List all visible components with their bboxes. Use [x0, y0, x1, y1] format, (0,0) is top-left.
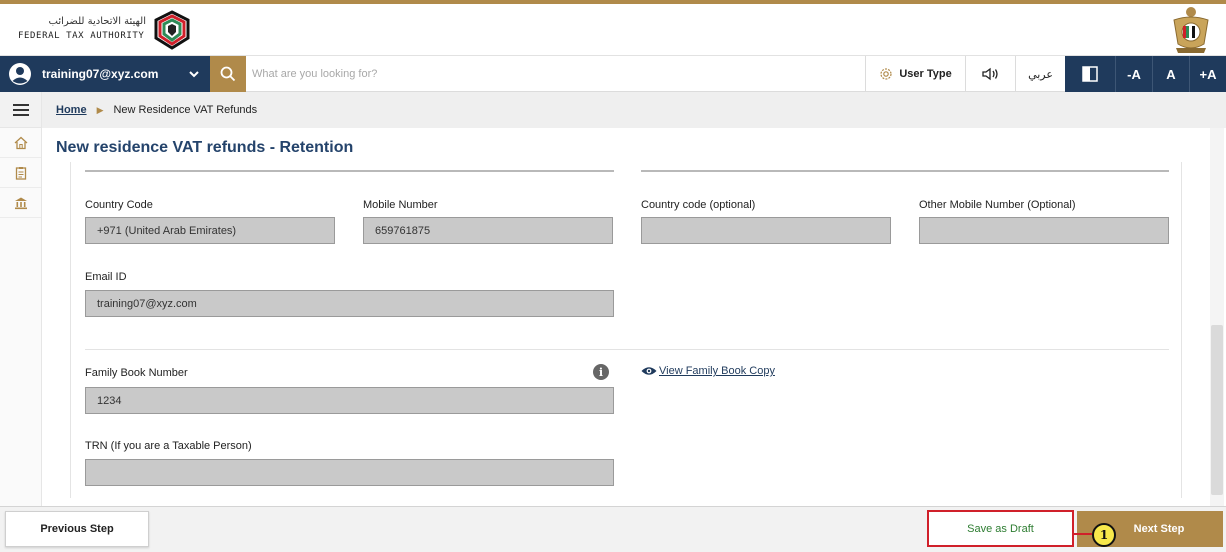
user-avatar-icon [9, 63, 31, 85]
search-button[interactable] [210, 56, 246, 92]
country-code-optional-label: Country code (optional) [641, 199, 756, 211]
search-input[interactable] [252, 62, 852, 86]
family-book-field[interactable] [85, 387, 614, 414]
font-decrease-button[interactable]: -A [1115, 56, 1152, 92]
email-label: Email ID [85, 271, 127, 283]
breadcrumb-separator-icon: ▶ [96, 104, 104, 115]
hamburger-menu-button[interactable] [0, 92, 41, 128]
country-code-optional-field[interactable] [641, 217, 891, 244]
font-normal-button[interactable]: A [1152, 56, 1189, 92]
language-toggle-arabic[interactable]: عربي [1015, 56, 1065, 92]
speaker-icon [981, 67, 998, 81]
previous-step-button[interactable]: Previous Step [5, 511, 149, 547]
sidebar-item-home[interactable] [0, 128, 41, 158]
read-aloud-button[interactable] [965, 56, 1015, 92]
view-family-book-link[interactable]: View Family Book Copy [641, 365, 775, 377]
fta-logo-text[interactable]: الهيئة الاتحادية للضرائب FEDERAL TAX AUT… [18, 16, 146, 42]
user-type-label: User Type [899, 68, 952, 80]
eye-icon [641, 367, 657, 375]
logo-english-text: FEDERAL TAX AUTHORITY [18, 31, 145, 41]
mobile-number-field[interactable] [363, 217, 613, 244]
logo-arabic-text: الهيئة الاتحادية للضرائب [48, 16, 146, 27]
breadcrumb-home-link[interactable]: Home [56, 104, 87, 116]
other-mobile-field[interactable] [919, 217, 1169, 244]
footer-actions: Previous Step Save as Draft Next Step 1 [0, 506, 1226, 552]
country-code-label: Country Code [85, 199, 153, 211]
chevron-down-icon [189, 71, 199, 78]
view-family-book-label: View Family Book Copy [659, 365, 775, 377]
site-header: الهيئة الاتحادية للضرائب FEDERAL TAX AUT… [0, 4, 1226, 56]
breadcrumb-current: New Residence VAT Refunds [113, 104, 258, 116]
trn-label: TRN (If you are a Taxable Person) [85, 440, 252, 452]
top-toolbar: training07@xyz.com User Type عربي -A A [0, 56, 1226, 92]
save-as-draft-button[interactable]: Save as Draft [927, 510, 1074, 547]
sidebar-item-bank[interactable] [0, 188, 41, 218]
uae-emblem-icon [1173, 7, 1209, 53]
scrollbar-thumb[interactable] [1211, 325, 1223, 495]
family-book-label: Family Book Number [85, 367, 188, 379]
callout-badge: 1 [1092, 523, 1116, 547]
contrast-toggle-button[interactable] [1065, 56, 1115, 92]
country-code-field[interactable] [85, 217, 335, 244]
field-bottom-edge [641, 170, 1169, 172]
home-icon [14, 136, 27, 149]
fta-logo-icon[interactable] [150, 8, 194, 52]
callout-connector [1074, 533, 1092, 535]
left-sidebar [0, 92, 42, 506]
bank-icon [14, 197, 27, 209]
hamburger-icon [12, 103, 29, 116]
trn-field[interactable] [85, 459, 614, 486]
info-icon[interactable]: i [593, 364, 609, 380]
other-mobile-label: Other Mobile Number (Optional) [919, 199, 1076, 211]
section-divider [85, 349, 1169, 350]
user-type-button[interactable]: User Type [865, 56, 965, 92]
gear-icon [880, 68, 892, 80]
font-increase-button[interactable]: +A [1189, 56, 1226, 92]
breadcrumb: Home ▶ New Residence VAT Refunds [42, 92, 1226, 128]
page-title: New residence VAT refunds - Retention [56, 139, 354, 156]
mobile-number-label: Mobile Number [363, 199, 438, 211]
email-field[interactable] [85, 290, 614, 317]
clipboard-icon [15, 166, 26, 180]
user-email: training07@xyz.com [42, 67, 159, 81]
sidebar-item-clipboard[interactable] [0, 158, 41, 188]
field-bottom-edge [85, 170, 614, 172]
form-panel: Country Code Mobile Number Country code … [70, 162, 1182, 498]
search-icon [220, 66, 236, 82]
contrast-icon [1082, 66, 1098, 82]
user-account-dropdown[interactable]: training07@xyz.com [0, 56, 210, 92]
